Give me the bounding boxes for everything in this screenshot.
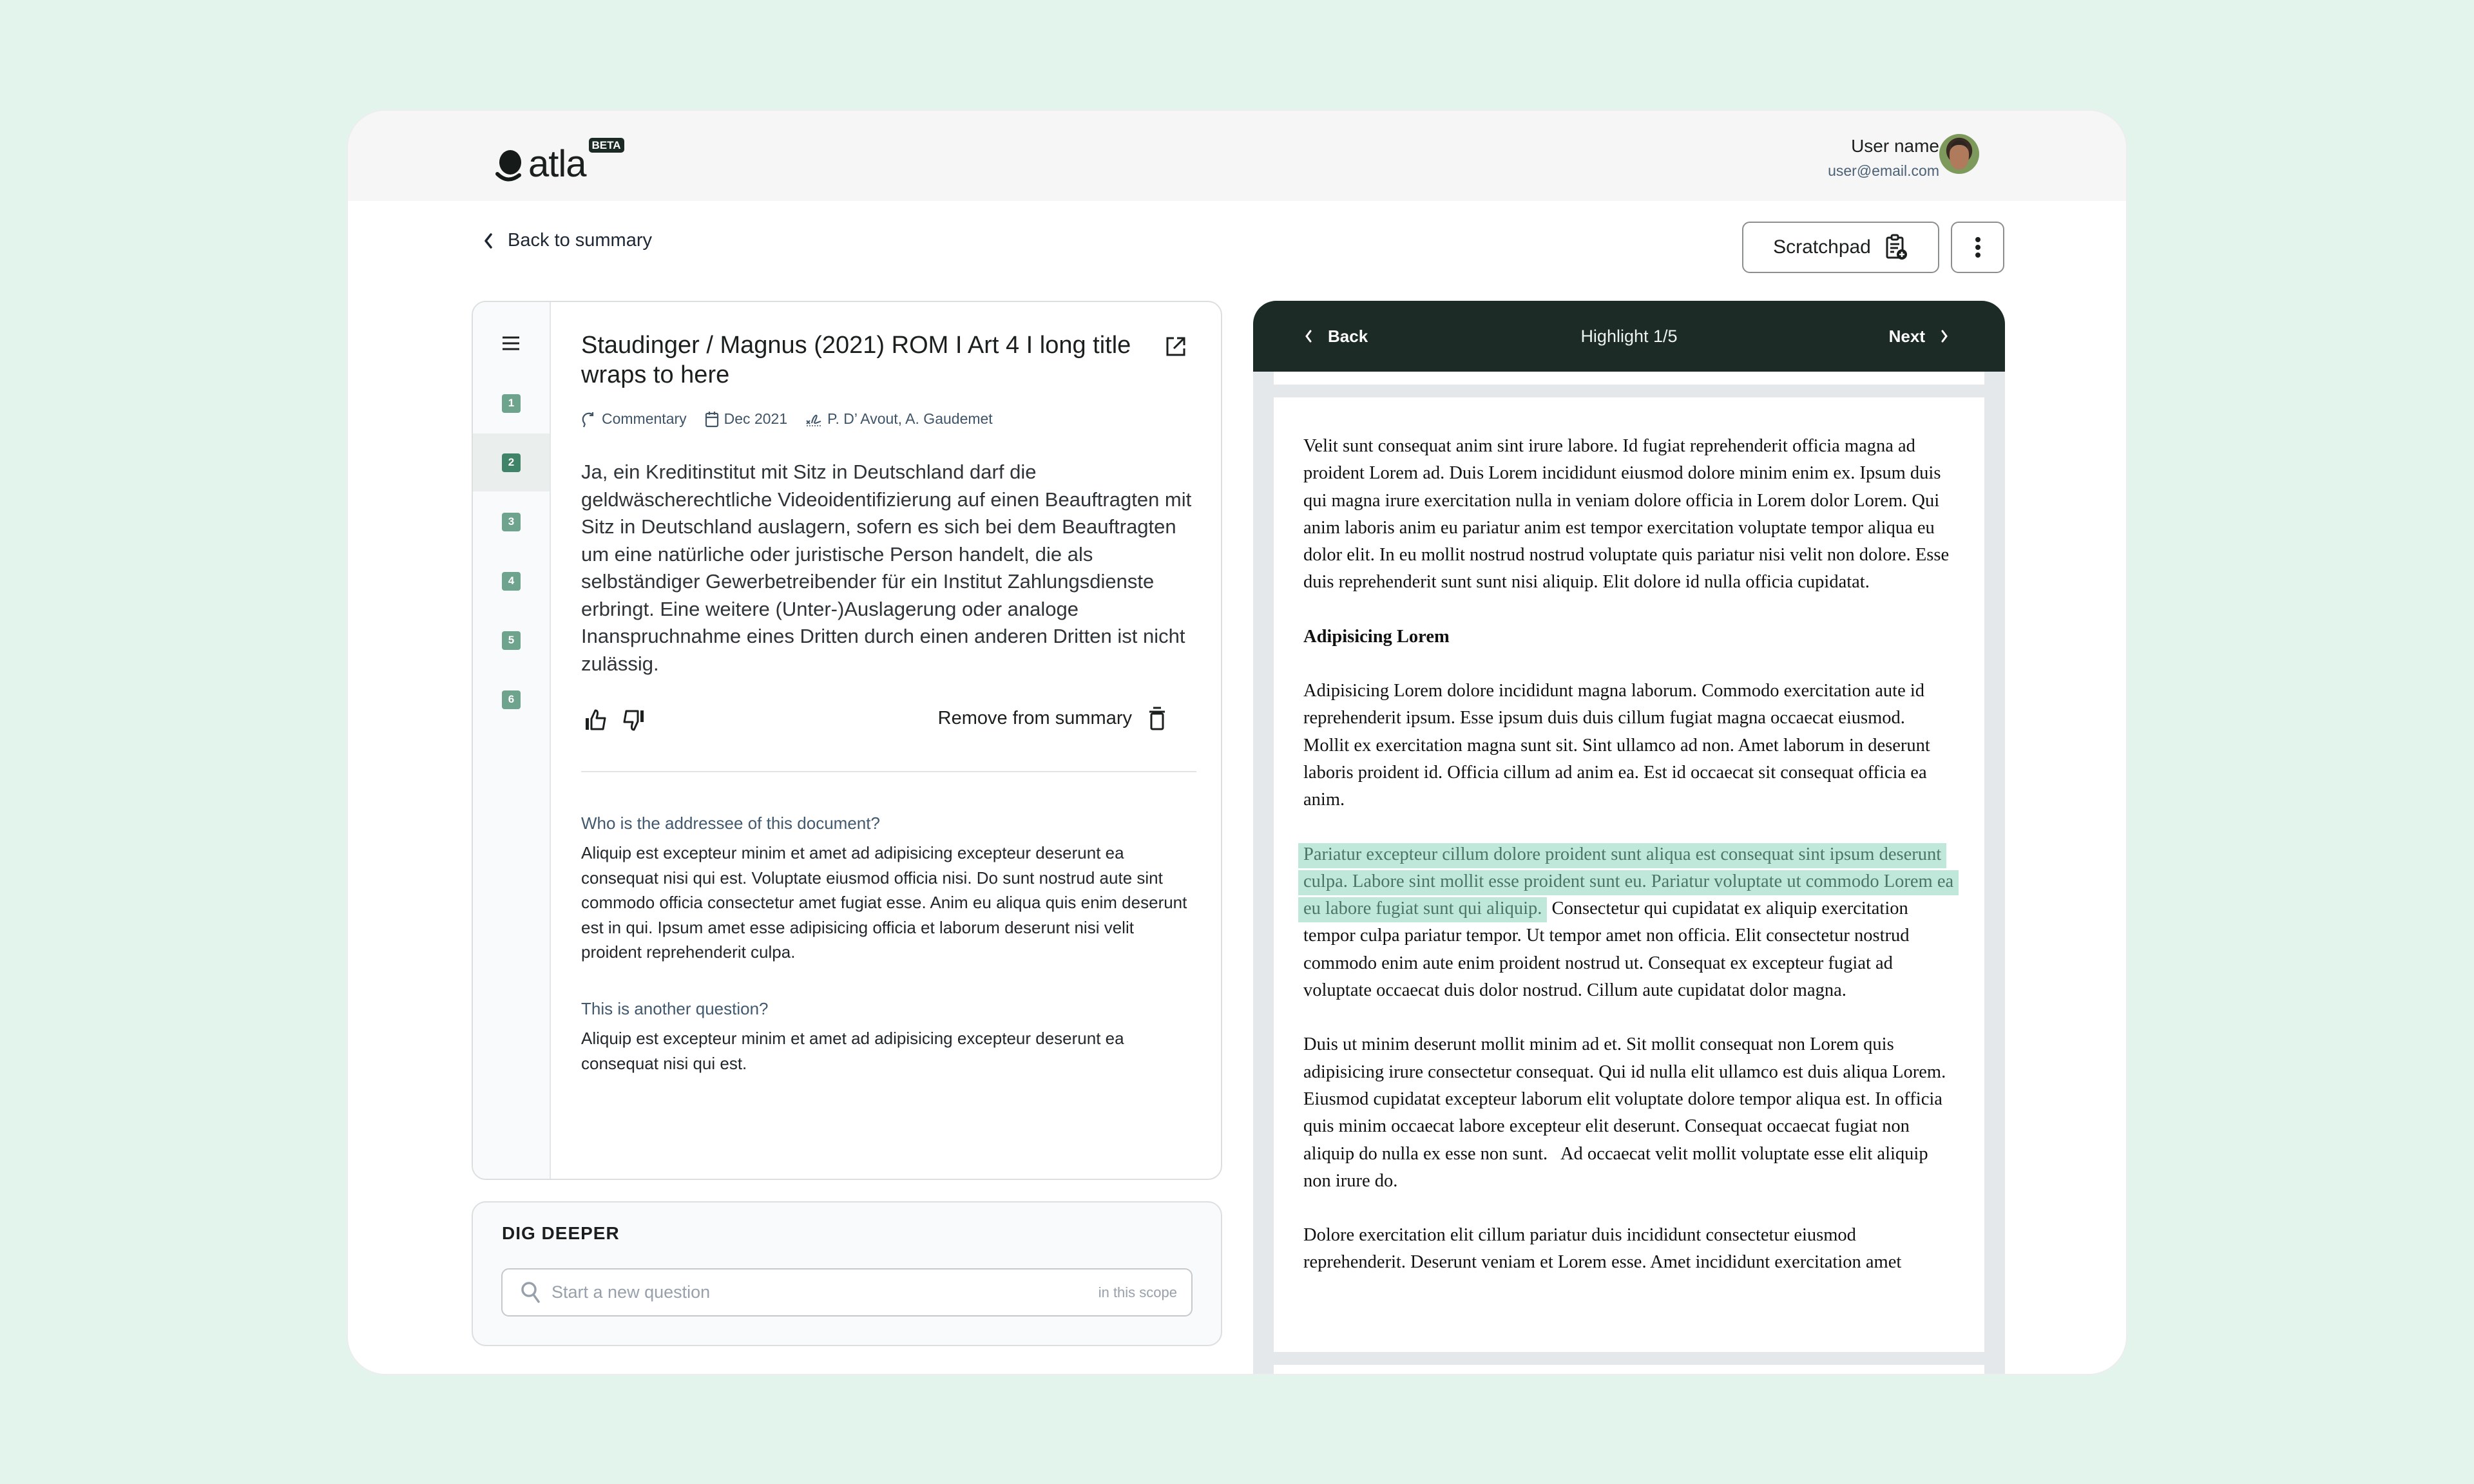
next-highlight-button[interactable]: Next — [1889, 301, 1948, 372]
chevron-right-icon — [1941, 330, 1948, 343]
summary-card: 1 2 3 4 5 6 Staudinger / Magnus (2021) R… — [472, 301, 1222, 1180]
external-link-icon[interactable] — [1165, 336, 1187, 357]
document-paragraph: Dolore exercitation elit cillum pariatur… — [1303, 1225, 1902, 1273]
sidebar-item-6[interactable]: 6 — [473, 671, 550, 728]
sidebar-item-5[interactable]: 5 — [473, 611, 550, 669]
commentary-icon — [582, 412, 594, 427]
section-number-badge: 4 — [502, 571, 521, 591]
beta-badge: BETA — [588, 138, 624, 153]
clipboard-add-icon — [1886, 234, 1907, 260]
section-number-badge: 6 — [502, 690, 521, 709]
sidebar-item-2[interactable]: 2 — [473, 433, 550, 491]
sidebar-item-1[interactable]: 1 — [473, 374, 550, 432]
document-viewer: Back Highlight 1/5 Next Velit sunt conse… — [1253, 301, 2005, 1374]
document-paragraph-highlighted: Pariatur excepteur cillum dolore proiden… — [1298, 841, 1959, 1005]
logo-text: atla — [528, 143, 587, 185]
scratchpad-button[interactable]: Scratchpad — [1742, 222, 1939, 273]
meta-authors: P. D’ Avout, A. Gaudemet — [805, 410, 993, 428]
qa-question[interactable]: Who is the addressee of this document? — [581, 812, 1196, 834]
meta-date: Dec 2021 — [705, 410, 787, 428]
sidebar-item-3[interactable]: 3 — [473, 493, 550, 551]
qa-answer: Aliquip est excepteur minim et amet ad a… — [581, 1029, 1124, 1073]
top-bar: atla BETA User name user@email.com — [348, 111, 2126, 201]
user-info[interactable]: User name user@email.com — [1828, 133, 1939, 182]
section-number-badge: 2 — [502, 453, 521, 472]
section-sidebar: 1 2 3 4 5 6 — [473, 302, 551, 1179]
user-name: User name — [1851, 136, 1939, 156]
remove-from-summary-label: Remove from summary — [937, 707, 1132, 728]
previous-page-edge — [1274, 372, 1984, 385]
trash-icon — [1149, 707, 1165, 730]
document-paragraph: Velit sunt consequat anim sint irure lab… — [1303, 436, 1950, 593]
sidebar-item-4[interactable]: 4 — [473, 552, 550, 610]
new-question-input[interactable] — [551, 1282, 1098, 1302]
feedback-controls — [584, 708, 646, 732]
section-number-badge: 5 — [502, 631, 521, 650]
hamburger-icon[interactable] — [501, 336, 521, 351]
next-label: Next — [1888, 326, 1925, 346]
document-meta: Commentary Dec 2021 P. D’ Avout, A. Gaud… — [581, 410, 993, 428]
qa-answer: Aliquip est excepteur minim et amet ad a… — [581, 843, 1187, 962]
scratchpad-label: Scratchpad — [1773, 236, 1871, 258]
calendar-icon — [705, 411, 718, 427]
thumbs-up-icon[interactable] — [584, 708, 608, 732]
vertical-dots-icon — [1975, 237, 1980, 258]
chevron-left-icon — [484, 233, 492, 249]
next-page-edge — [1274, 1365, 1984, 1374]
remove-from-summary-button[interactable]: Remove from summary — [938, 706, 1165, 730]
meta-authors-label: P. D’ Avout, A. Gaudemet — [827, 410, 993, 427]
dig-deeper-title: DIG DEEPER — [502, 1223, 620, 1243]
qa-item: This is another question? Aliquip est ex… — [581, 998, 1196, 1076]
document-page: Velit sunt consequat anim sint irure lab… — [1274, 397, 1984, 1352]
app-window: atla BETA User name user@email.com Back … — [347, 109, 2127, 1375]
section-number-badge: 1 — [502, 394, 521, 413]
signature-icon — [806, 414, 821, 426]
app-logo[interactable]: atla BETA — [495, 138, 624, 183]
search-icon — [521, 1281, 540, 1303]
document-title: Staudinger / Magnus (2021) ROM I Art 4 I… — [581, 332, 1131, 388]
user-email: user@email.com — [1828, 162, 1939, 179]
atla-logo-icon — [495, 150, 521, 182]
scope-hint: in this scope — [1098, 1284, 1177, 1300]
section-number-badge: 3 — [502, 512, 521, 531]
meta-type-label: Commentary — [602, 410, 687, 427]
back-to-summary-label: Back to summary — [508, 230, 652, 251]
new-question-field[interactable]: in this scope — [501, 1268, 1193, 1317]
back-to-summary-link[interactable]: Back to summary — [483, 230, 652, 251]
dig-deeper-panel: DIG DEEPER in this scope — [472, 1201, 1222, 1346]
avatar[interactable] — [1939, 134, 1979, 174]
summary-answer: Ja, ein Kreditinstitut mit Sitz in Deuts… — [581, 461, 1192, 675]
meta-type: Commentary — [581, 410, 687, 428]
more-options-button[interactable] — [1951, 222, 2004, 273]
qa-item: Who is the addressee of this document? A… — [581, 812, 1196, 965]
meta-date-label: Dec 2021 — [724, 410, 788, 427]
qa-question[interactable]: This is another question? — [581, 998, 1196, 1020]
document-paragraph: Adipisicing Lorem dolore incididunt magn… — [1303, 681, 1930, 810]
section-divider — [581, 771, 1196, 772]
highlight-navigator: Back Highlight 1/5 Next — [1253, 301, 2005, 372]
document-paragraph: Duis ut minim deserunt mollit minim ad e… — [1303, 1034, 1951, 1191]
thumbs-down-icon[interactable] — [621, 708, 646, 732]
document-heading: Adipisicing Lorem — [1303, 626, 1450, 647]
